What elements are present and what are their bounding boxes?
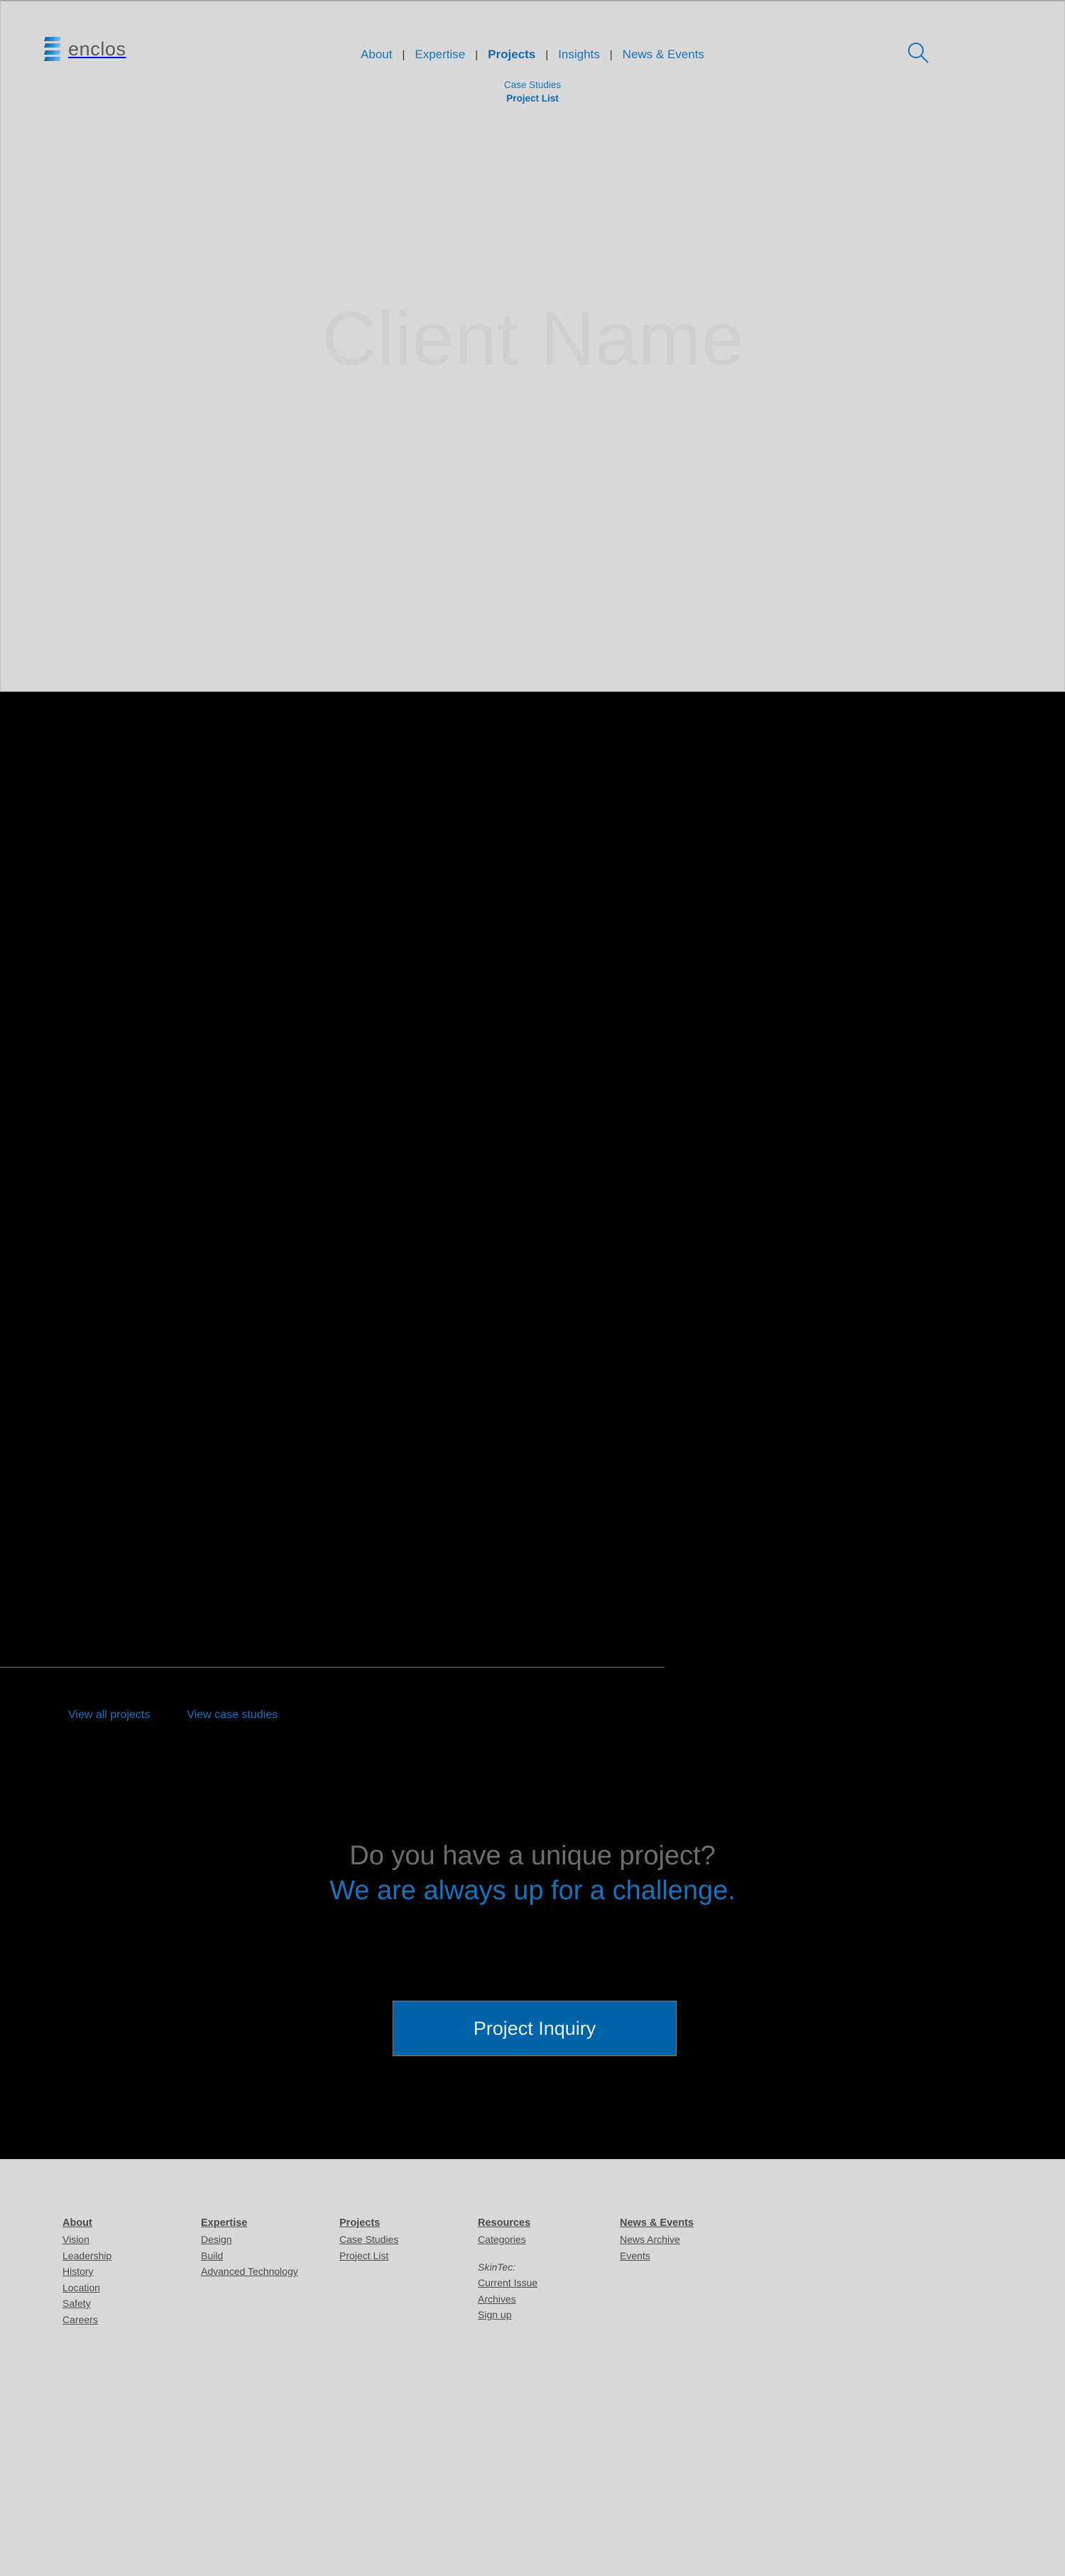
search-button[interactable] bbox=[905, 40, 931, 66]
hero-section: enclos About | Expertise | Projects | In… bbox=[0, 0, 1065, 692]
project-inquiry-button[interactable]: Project Inquiry bbox=[393, 2001, 677, 2056]
footer-link-project-list[interactable]: Project List bbox=[339, 2248, 478, 2264]
footer-link-design[interactable]: Design bbox=[201, 2232, 339, 2248]
footer-heading-news-events: News & Events bbox=[620, 2217, 694, 2229]
nav-item-about[interactable]: About bbox=[351, 48, 402, 62]
footer-column-about: About Vision Leadership History Location… bbox=[62, 2217, 201, 2327]
site-footer: About Vision Leadership History Location… bbox=[0, 2159, 1065, 2576]
footer-heading-projects: Projects bbox=[339, 2217, 381, 2229]
cta-question: Do you have a unique project? bbox=[349, 1841, 716, 1871]
footer-link-advanced-technology[interactable]: Advanced Technology bbox=[201, 2263, 339, 2280]
footer-link-build[interactable]: Build bbox=[201, 2248, 339, 2264]
footer-link-careers[interactable]: Careers bbox=[62, 2312, 201, 2328]
top-bar: enclos About | Expertise | Projects | In… bbox=[1, 1, 1064, 104]
page-root: enclos About | Expertise | Projects | In… bbox=[0, 0, 1065, 2576]
footer-link-categories[interactable]: Categories bbox=[478, 2232, 620, 2248]
footer-link-history[interactable]: History bbox=[62, 2263, 201, 2280]
main-content: View all projects View case studies Do y… bbox=[0, 692, 1065, 2159]
footer-link-safety[interactable]: Safety bbox=[62, 2295, 201, 2312]
content-divider bbox=[0, 1667, 665, 1668]
footer-link-archives[interactable]: Archives bbox=[478, 2291, 620, 2308]
footer-link-current-issue[interactable]: Current Issue bbox=[478, 2275, 620, 2291]
footer-link-leadership[interactable]: Leadership bbox=[62, 2248, 201, 2264]
subnav-item-case-studies[interactable]: Case Studies bbox=[504, 78, 561, 92]
footer-link-events[interactable]: Events bbox=[620, 2248, 758, 2264]
footer-sublabel-skintec: SkinTec: bbox=[478, 2261, 516, 2273]
footer-link-location[interactable]: Location bbox=[62, 2280, 201, 2296]
footer-column-news-events: News & Events News Archive Events bbox=[620, 2217, 758, 2327]
search-icon bbox=[908, 43, 929, 63]
footer-column-expertise: Expertise Design Build Advanced Technolo… bbox=[201, 2217, 339, 2327]
nav-item-insights[interactable]: Insights bbox=[548, 48, 610, 62]
footer-heading-resources: Resources bbox=[478, 2217, 531, 2229]
footer-column-projects: Projects Case Studies Project List bbox=[339, 2217, 478, 2327]
footer-column-resources: Resources Categories SkinTec: Current Is… bbox=[478, 2217, 620, 2327]
subnav-item-project-list[interactable]: Project List bbox=[506, 92, 559, 105]
nav-item-projects[interactable]: Projects bbox=[478, 48, 545, 62]
view-case-studies-link[interactable]: View case studies bbox=[187, 1709, 278, 1722]
view-all-projects-link[interactable]: View all projects bbox=[68, 1709, 150, 1722]
footer-heading-about: About bbox=[62, 2217, 92, 2229]
footer-link-vision[interactable]: Vision bbox=[62, 2232, 201, 2248]
cta-block: Do you have a unique project? We are alw… bbox=[0, 1839, 1065, 1908]
nav-item-news-events[interactable]: News & Events bbox=[613, 48, 714, 62]
footer-heading-expertise: Expertise bbox=[201, 2217, 248, 2229]
sub-navigation: Case Studies Project List bbox=[1, 78, 1064, 105]
footer-columns: About Vision Leadership History Location… bbox=[62, 2217, 758, 2327]
page-title: Client Name bbox=[322, 297, 745, 381]
footer-link-news-archive[interactable]: News Archive bbox=[620, 2232, 758, 2248]
project-links-group: View all projects View case studies bbox=[68, 1709, 278, 1722]
cta-statement: We are always up for a challenge. bbox=[329, 1875, 736, 1906]
footer-link-sign-up[interactable]: Sign up bbox=[478, 2307, 620, 2323]
nav-item-expertise[interactable]: Expertise bbox=[405, 48, 475, 62]
footer-link-case-studies[interactable]: Case Studies bbox=[339, 2232, 478, 2248]
